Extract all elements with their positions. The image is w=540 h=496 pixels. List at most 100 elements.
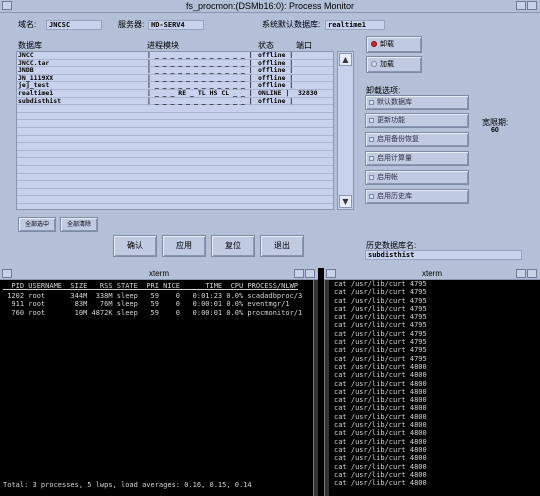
xterm-right-title: xterm (422, 269, 442, 278)
terminal-line: 760 root 10M 4872K sleep 59 0 0:00:01 0.… (3, 308, 303, 317)
col-header-db: 数据库 (18, 41, 42, 50)
process-monitor-window: fs_procmon:(DSMb16:0): Process Monitor 域… (0, 0, 540, 268)
server-label: 服务器: (118, 20, 145, 29)
empty-row[interactable] (17, 196, 333, 204)
xterm-right-scrollbar[interactable] (324, 280, 329, 496)
grace-period-value[interactable]: 60 (491, 126, 499, 136)
domain-field[interactable]: JNCSC (46, 20, 102, 30)
unload-radio[interactable]: 卸载 (366, 36, 422, 53)
xterm-right-title-bar[interactable]: xterm (324, 268, 540, 280)
empty-row[interactable] (17, 120, 333, 128)
checkbox-icon (369, 194, 374, 199)
top-footer-line: Total: 3 processes, 5 lwps, load average… (3, 481, 252, 489)
terminal-line: cat /usr/lib/curt 4800 (334, 362, 427, 371)
ok-button[interactable]: 确认 (113, 235, 157, 257)
window-title: fs_procmon:(DSMb16:0): Process Monitor (185, 1, 355, 11)
radio-unselected-icon (371, 61, 377, 67)
empty-row[interactable] (17, 181, 333, 189)
scroll-down-arrow-icon[interactable]: ▼ (339, 195, 352, 208)
exit-button[interactable]: 退出 (260, 235, 304, 257)
terminal-line: cat /usr/lib/curt 4795 (334, 280, 427, 288)
domain-label: 域名: (18, 20, 37, 29)
terminal-line: cat /usr/lib/curt 4795 (334, 304, 427, 313)
select-all-button[interactable]: 全部选中 (18, 217, 56, 232)
xterm-left-title: xterm (149, 269, 169, 278)
empty-row[interactable] (17, 166, 333, 174)
terminal-line: cat /usr/lib/curt 4795 (334, 354, 427, 363)
terminal-line: cat /usr/lib/curt 4800 (334, 470, 427, 479)
maximize-icon[interactable] (305, 269, 315, 278)
terminal-line: cat /usr/lib/curt 4800 (334, 429, 427, 438)
load-radio[interactable]: 加载 (366, 56, 422, 73)
unload-option-checkbox[interactable]: 启用历史库 (365, 189, 469, 204)
col-header-modules: 进程模块 (147, 41, 179, 50)
list-scrollbar[interactable]: ▲ ▼ (337, 51, 354, 210)
unload-option-checkbox[interactable]: 默认数据库 (365, 95, 469, 110)
cell-status: ONLINE | (258, 88, 290, 97)
unload-option-label: 启用备份恢复 (377, 136, 419, 143)
default-db-field[interactable]: realtime1 (325, 20, 385, 30)
terminal-line: 1202 root 344M 338M sleep 59 0 0:01:23 0… (3, 292, 303, 300)
unload-option-label: 启用计算量 (377, 155, 412, 162)
unload-option-label: 启用帐 (377, 174, 398, 181)
empty-row[interactable] (17, 158, 333, 166)
title-bar[interactable]: fs_procmon:(DSMb16:0): Process Monitor (0, 0, 540, 13)
terminal-line: cat /usr/lib/curt 4795 (334, 296, 427, 305)
cell-db: realtime1 (18, 88, 54, 97)
terminal-line: cat /usr/lib/curt 4800 (334, 454, 427, 463)
empty-row[interactable] (17, 113, 333, 121)
reset-button[interactable]: 复位 (211, 235, 255, 257)
checkbox-icon (369, 118, 374, 123)
unload-option-checkbox[interactable]: 启用帐 (365, 170, 469, 185)
empty-row[interactable] (17, 151, 333, 159)
terminal-line: cat /usr/lib/curt 4795 (334, 338, 427, 347)
xterm-left-title-bar[interactable]: xterm (0, 268, 318, 280)
terminal-line: cat /usr/lib/curt 4800 (334, 387, 427, 396)
clear-all-button[interactable]: 全部清除 (60, 217, 98, 232)
empty-row[interactable] (17, 174, 333, 182)
terminal-line: cat /usr/lib/curt 4795 (334, 313, 427, 322)
terminal-line: cat /usr/lib/curt 4800 (334, 404, 427, 413)
apply-button[interactable]: 应用 (162, 235, 206, 257)
checkbox-icon (369, 156, 374, 161)
unload-label: 卸载 (380, 41, 394, 48)
unload-option-label: 启用历史库 (377, 193, 412, 200)
server-field[interactable]: HD-SERV4 (148, 20, 204, 30)
minimize-icon[interactable] (516, 269, 526, 278)
table-row[interactable]: subdisthist | _ _ _ _ _ _ _ _ _ _ _ _ | of… (17, 96, 333, 106)
checkbox-icon (369, 137, 374, 142)
database-list[interactable]: JNCC | _ _ _ _ _ _ _ _ _ _ _ _ | offline |… (16, 51, 334, 210)
terminal-line: cat /usr/lib/curt 4795 (334, 288, 427, 297)
terminal-line: cat /usr/lib/curt 4800 (334, 379, 427, 388)
unload-option-checkbox[interactable]: 启用备份恢复 (365, 132, 469, 147)
terminal-line: cat /usr/lib/curt 4800 (334, 479, 427, 488)
terminal-line: cat /usr/lib/curt 4800 (334, 412, 427, 421)
scroll-up-arrow-icon[interactable]: ▲ (339, 53, 352, 66)
unload-option-checkbox[interactable]: 启用计算量 (365, 151, 469, 166)
empty-row[interactable] (17, 105, 333, 113)
empty-row[interactable] (17, 143, 333, 151)
maximize-icon[interactable] (527, 269, 537, 278)
cell-modules: | _ _ _ RE _ TL HS CL _ _ | (147, 88, 253, 97)
minimize-icon[interactable] (516, 1, 526, 10)
cell-modules: | _ _ _ _ _ _ _ _ _ _ _ _ | (147, 96, 253, 105)
history-db-field[interactable]: subdisthist (365, 250, 522, 260)
empty-row[interactable] (17, 136, 333, 144)
col-header-port: 端口 (296, 41, 312, 50)
terminal-line: cat /usr/lib/curt 4795 (334, 346, 427, 355)
process-lines: 1202 root 344M 338M sleep 59 0 0:01:23 0… (3, 292, 302, 317)
cell-status: offline | (258, 51, 294, 59)
empty-row[interactable] (17, 189, 333, 197)
cell-modules: | _ _ _ _ _ _ _ _ _ _ _ _ | (147, 51, 253, 59)
minimize-icon[interactable] (294, 269, 304, 278)
terminal-line: cat /usr/lib/curt 4800 (334, 462, 427, 471)
top-header-line: PID USERNAME SIZE RSS STATE PRI NICE TIM… (3, 282, 299, 290)
terminal-line: cat /usr/lib/curt 4800 (334, 437, 427, 446)
maximize-icon[interactable] (527, 1, 537, 10)
xterm-left-scrollbar[interactable] (313, 280, 318, 496)
checkbox-icon (369, 100, 374, 105)
cell-db: JNCC (18, 51, 34, 59)
terminal-line: cat /usr/lib/curt 4800 (334, 445, 427, 454)
empty-row[interactable] (17, 128, 333, 136)
unload-option-checkbox[interactable]: 更新功能 (365, 113, 469, 128)
